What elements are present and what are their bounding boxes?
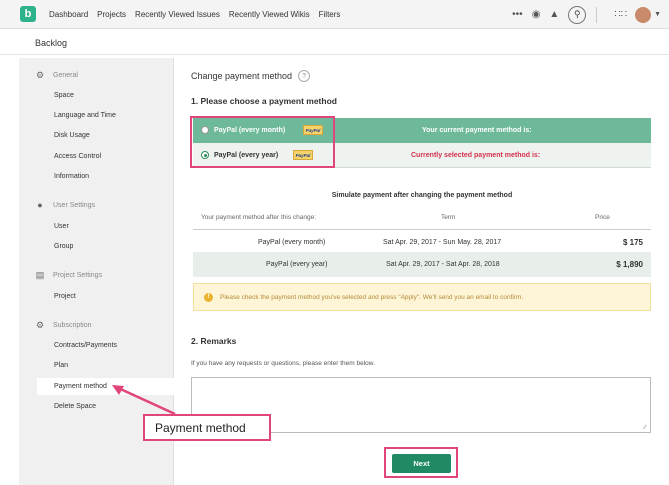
nav-recent-issues[interactable]: Recently Viewed Issues bbox=[135, 10, 220, 19]
bell-icon[interactable]: ▲ bbox=[549, 9, 559, 20]
simulate-title: Simulate payment after changing the paym… bbox=[331, 192, 513, 199]
chevron-down-icon[interactable]: ▼ bbox=[654, 11, 661, 18]
project-title[interactable]: Backlog bbox=[35, 38, 67, 48]
next-button[interactable]: Next bbox=[392, 454, 451, 473]
watch-icon[interactable]: ◉ bbox=[532, 9, 541, 20]
nav-projects[interactable]: Projects bbox=[97, 10, 126, 19]
sidebar-item-project[interactable]: Project bbox=[54, 293, 76, 300]
row-term: Sat Apr. 29, 2017 - Sat Apr. 28, 2018 bbox=[386, 261, 500, 268]
col-price: Price bbox=[595, 214, 610, 221]
user-icon: ● bbox=[37, 200, 43, 210]
section-label: Subscription bbox=[53, 321, 92, 329]
nav-divider bbox=[596, 6, 598, 23]
row-method: PayPal (every year) bbox=[266, 261, 328, 268]
sidebar-section-subscription: ⚙ Subscription bbox=[35, 320, 92, 330]
sidebar-item-plan[interactable]: Plan bbox=[54, 362, 68, 369]
folder-icon: ▤ bbox=[35, 269, 45, 280]
section-remarks: 2. Remarks bbox=[191, 336, 237, 346]
table-row: PayPal (every year) Sat Apr. 29, 2017 - … bbox=[193, 252, 651, 277]
notice-text: Please check the payment method you've s… bbox=[220, 293, 524, 301]
sidebar-section-user-settings: ● User Settings bbox=[35, 200, 95, 210]
highlight-box-methods bbox=[190, 116, 335, 168]
apps-icon[interactable]: ∷∷ bbox=[614, 9, 627, 20]
simulate-table-header: Your payment method after this change: T… bbox=[193, 205, 651, 230]
remarks-hint: If you have any requests or questions, p… bbox=[191, 360, 375, 367]
page-title-text: Change payment method bbox=[191, 71, 293, 81]
top-nav: b Dashboard Projects Recently Viewed Iss… bbox=[0, 0, 669, 29]
subscription-icon: ⚙ bbox=[35, 319, 45, 330]
nav-recent-wikis[interactable]: Recently Viewed Wikis bbox=[229, 10, 310, 19]
logo-letter: b bbox=[24, 8, 32, 20]
sidebar-section-general: ⚙ General bbox=[35, 70, 78, 80]
resize-handle-icon[interactable]: ∕∕ bbox=[644, 425, 646, 431]
sidebar-item-user[interactable]: User bbox=[54, 223, 69, 230]
page-title: Change payment method ? bbox=[191, 70, 311, 82]
nav-filters[interactable]: Filters bbox=[319, 10, 341, 19]
section-label: User Settings bbox=[53, 201, 96, 209]
sidebar-item-payment-method[interactable]: Payment method bbox=[54, 383, 107, 390]
sidebar-item-disk-usage[interactable]: Disk Usage bbox=[54, 132, 90, 139]
help-icon[interactable]: ? bbox=[298, 70, 311, 82]
row-price: $ 1,890 bbox=[616, 260, 643, 269]
gear-icon: ⚙ bbox=[35, 69, 45, 80]
backlog-logo[interactable]: b bbox=[20, 6, 36, 22]
col-method: Your payment method after this change: bbox=[201, 214, 317, 221]
search-icon[interactable]: ⚲ bbox=[568, 5, 587, 24]
sidebar-item-information[interactable]: Information bbox=[54, 173, 89, 180]
project-header: Backlog bbox=[0, 29, 669, 55]
section-choose-method: 1. Please choose a payment method bbox=[191, 96, 337, 106]
sidebar-item-delete-space[interactable]: Delete Space bbox=[54, 403, 96, 410]
warning-icon: ! bbox=[204, 292, 213, 302]
nav-dashboard[interactable]: Dashboard bbox=[49, 10, 88, 19]
sidebar-item-group[interactable]: Group bbox=[54, 243, 73, 250]
section-label: General bbox=[53, 71, 78, 79]
sidebar-item-language-time[interactable]: Language and Time bbox=[54, 112, 116, 119]
sidebar-item-access-control[interactable]: Access Control bbox=[54, 153, 101, 160]
callout-label: Payment method bbox=[143, 414, 271, 441]
section-label: Project Settings bbox=[53, 271, 103, 279]
col-term: Term bbox=[441, 214, 456, 221]
avatar[interactable] bbox=[635, 6, 652, 23]
confirm-notice: ! Please check the payment method you've… bbox=[193, 283, 651, 311]
selected-method-label: Currently selected payment method is: bbox=[411, 152, 541, 159]
sidebar-item-space[interactable]: Space bbox=[54, 92, 74, 99]
sidebar-item-contracts-payments[interactable]: Contracts/Payments bbox=[54, 342, 117, 349]
sidebar-section-project-settings: ▤ Project Settings bbox=[35, 270, 102, 280]
current-method-label: Your current payment method is: bbox=[422, 127, 532, 134]
more-icon[interactable]: ••• bbox=[512, 9, 523, 20]
nav-right: ••• ◉ ▲ ⚲ ∷∷ ▼ bbox=[503, 0, 669, 29]
nav-links: Dashboard Projects Recently Viewed Issue… bbox=[49, 10, 349, 19]
